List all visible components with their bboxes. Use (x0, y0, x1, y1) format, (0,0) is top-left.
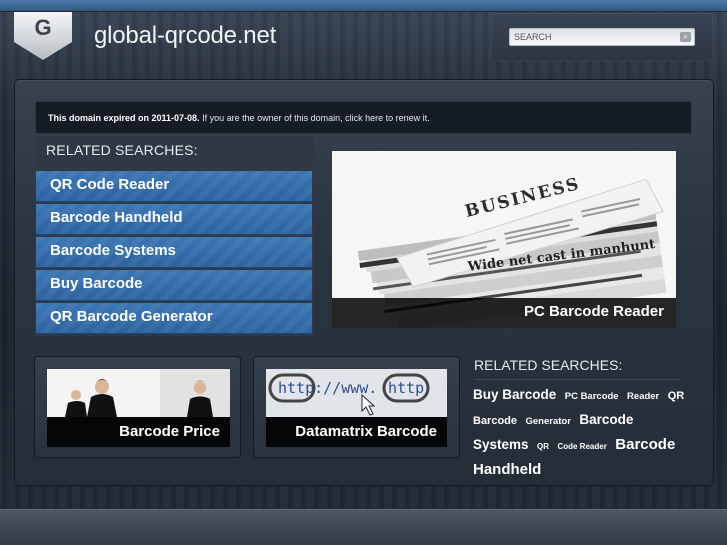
thumb-caption-barcode-price[interactable]: Barcode Price (47, 417, 230, 447)
tag-barcode[interactable]: Barcode (615, 436, 675, 453)
tag-reader[interactable]: Reader (627, 391, 659, 402)
thumb-caption-datamatrix-barcode[interactable]: Datamatrix Barcode (266, 417, 447, 447)
domain-expired-notice[interactable]: This domain expired on 2011-07-08. If yo… (35, 101, 692, 134)
http-url-image-text: http://www. (278, 379, 377, 397)
search-icon[interactable]: ⌕ (680, 32, 691, 42)
search-box: ⌕ (509, 28, 695, 46)
feature-caption[interactable]: PC Barcode Reader (332, 303, 664, 320)
search-input[interactable] (514, 30, 674, 44)
footer-band (0, 509, 727, 545)
related-link-qr-barcode-generator[interactable]: QR Barcode Generator (36, 303, 312, 334)
related-link-barcode-systems[interactable]: Barcode Systems (36, 237, 312, 268)
notice-text: If you are the owner of this domain, cli… (199, 113, 430, 123)
business-people-image[interactable] (47, 369, 230, 417)
tag-code-reader[interactable]: Code Reader (557, 442, 606, 451)
related-link-barcode-handheld[interactable]: Barcode Handheld (36, 204, 312, 235)
notice-bold-text: This domain expired on 2011-07-08. (48, 113, 200, 123)
tag-cloud-divider (474, 379, 679, 380)
related-searches-heading: RELATED SEARCHES: (46, 142, 198, 158)
search-container: ⌕ (491, 13, 713, 61)
logo-letter: G (34, 15, 52, 40)
http-url-image[interactable]: http://www. http (266, 369, 447, 417)
tag-cloud: Buy Barcode PC Barcode Reader QR Barcode… (473, 383, 685, 481)
related-link-qr-code-reader[interactable]: QR Code Reader (36, 171, 312, 202)
tag-generator[interactable]: Generator (525, 416, 570, 427)
tag-cloud-heading: RELATED SEARCHES: (474, 357, 623, 373)
tag-buy-barcode[interactable]: Buy Barcode (473, 387, 556, 402)
related-link-buy-barcode[interactable]: Buy Barcode (36, 270, 312, 301)
tag-pc-barcode[interactable]: PC Barcode (565, 391, 619, 402)
tag-qr[interactable]: QR (537, 442, 549, 451)
tag-handheld[interactable]: Handheld (473, 461, 541, 478)
http-url-image-text-zoomed: http (388, 379, 424, 397)
top-accent-bar (0, 0, 727, 12)
site-title[interactable]: global-qrcode.net (94, 22, 276, 50)
